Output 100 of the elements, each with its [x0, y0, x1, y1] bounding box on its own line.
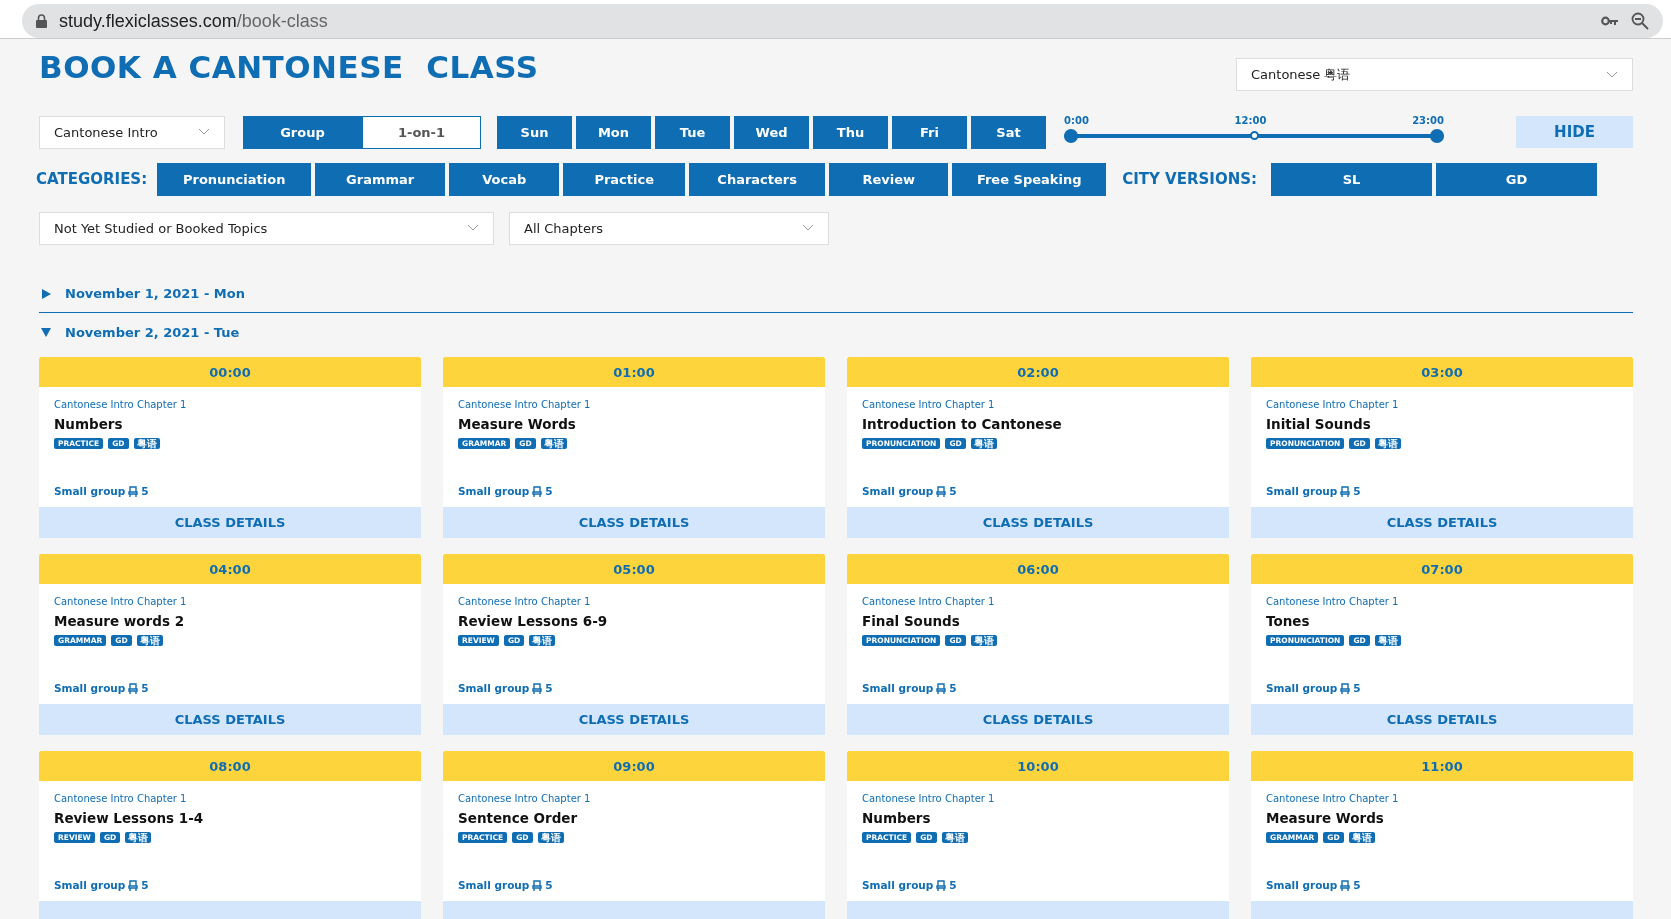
category-button[interactable]: Characters [689, 162, 826, 196]
seat-count: 5 [545, 485, 553, 497]
page-title: BOOK A CANTONESE CLASS [39, 49, 539, 85]
class-tag: 粤语 [125, 832, 152, 843]
seat-icon [936, 485, 947, 497]
hide-button[interactable]: HIDE [1516, 116, 1633, 148]
group-size-label: Small group [862, 485, 934, 497]
day-button[interactable]: Sun [497, 115, 572, 149]
group-size-label: Small group [54, 682, 126, 694]
chapter-name: Cantonese Intro Chapter 1 [1266, 793, 1400, 804]
chapter-name: Cantonese Intro Chapter 1 [862, 596, 996, 607]
course-select[interactable]: Cantonese Intro [39, 115, 225, 149]
class-time: 05:00 [443, 554, 825, 584]
class-title: Final Sounds [862, 613, 961, 629]
class-title: Introduction to Cantonese [862, 416, 1063, 432]
address-bar[interactable]: study.flexiclasses.com/book-class [22, 4, 1663, 38]
class-tag: 粤语 [1374, 635, 1401, 646]
seat-icon [128, 682, 139, 694]
seat-icon [936, 879, 947, 891]
seat-icon [128, 485, 139, 497]
seat-count: 5 [949, 879, 957, 891]
class-tag: 粤语 [970, 635, 997, 646]
topic-filter-select[interactable]: Not Yet Studied or Booked Topics [39, 211, 494, 245]
class-type-toggle[interactable]: 1-on-1 [362, 115, 481, 149]
chapter-name: Cantonese Intro Chapter 1 [458, 793, 592, 804]
class-details-button[interactable]: CLASS DETAILS [1251, 507, 1633, 538]
class-time: 02:00 [847, 357, 1229, 387]
slider-handle[interactable] [1064, 129, 1078, 143]
seat-count: 5 [141, 485, 149, 497]
group-size-label: Small group [458, 879, 530, 891]
class-title: Review Lessons 1-4 [54, 810, 205, 826]
class-title: Numbers [862, 810, 932, 826]
url-text: study.flexiclasses.com/book-class [59, 10, 329, 32]
group-size-label: Small group [1266, 485, 1338, 497]
class-details-button[interactable]: CLASS DETAILS [847, 507, 1229, 538]
day-button[interactable]: Wed [734, 115, 809, 149]
category-button[interactable]: Vocab [449, 162, 560, 196]
group-size-label: Small group [54, 485, 126, 497]
class-tag: 粤语 [540, 438, 567, 449]
chapter-name: Cantonese Intro Chapter 1 [54, 596, 188, 607]
class-details-button[interactable]: CLASS DETAILS [443, 507, 825, 538]
chevron-down-icon [467, 224, 479, 232]
seat-icon [936, 682, 947, 694]
class-details-button[interactable]: CLASS DETAILS [443, 704, 825, 735]
chapter-name: Cantonese Intro Chapter 1 [458, 399, 592, 410]
seat-count: 5 [545, 879, 553, 891]
class-title: Numbers [54, 416, 124, 432]
category-button[interactable]: Review [829, 162, 949, 196]
language-select[interactable]: Cantonese 粤语 [1236, 58, 1633, 91]
class-time: 03:00 [1251, 357, 1633, 387]
day-button[interactable]: Sat [971, 115, 1046, 149]
triangle-down-icon [41, 327, 51, 337]
chapter-filter-select[interactable]: All Chapters [509, 211, 829, 245]
city-button[interactable]: GD [1436, 162, 1597, 196]
category-button[interactable]: Practice [563, 162, 686, 196]
class-time: 00:00 [39, 357, 421, 387]
group-size-label: Small group [1266, 879, 1338, 891]
class-time: 04:00 [39, 554, 421, 584]
seat-icon [128, 879, 139, 891]
seat-icon [532, 682, 543, 694]
class-time: 06:00 [847, 554, 1229, 584]
categories-label: CATEGORIES: [36, 170, 148, 188]
class-time: 07:00 [1251, 554, 1633, 584]
class-type-toggle[interactable]: Group [243, 115, 362, 149]
lock-icon [36, 14, 47, 28]
date-header[interactable]: November 2, 2021 - Tue [39, 313, 1633, 351]
time-range-slider[interactable] [1064, 129, 1444, 143]
day-button[interactable]: Tue [655, 115, 730, 149]
class-tag: 粤语 [1348, 832, 1375, 843]
seat-count: 5 [141, 879, 149, 891]
class-title: Measure Words [458, 416, 577, 432]
class-details-button[interactable]: CLASS DETAILS [847, 704, 1229, 735]
seat-count: 5 [949, 485, 957, 497]
class-title: Tones [1266, 613, 1311, 629]
seat-icon [1340, 879, 1351, 891]
day-button[interactable]: Fri [892, 115, 967, 149]
class-details-button[interactable]: CLASS DETAILS [1251, 704, 1633, 735]
day-button[interactable]: Thu [813, 115, 888, 149]
category-button[interactable]: Pronunciation [157, 162, 312, 196]
chevron-down-icon [1606, 70, 1618, 79]
chapter-name: Cantonese Intro Chapter 1 [1266, 596, 1400, 607]
seat-icon [532, 485, 543, 497]
chevron-down-icon [198, 128, 210, 136]
chapter-name: Cantonese Intro Chapter 1 [862, 793, 996, 804]
class-details-button[interactable]: CLASS DETAILS [39, 507, 421, 538]
category-button[interactable]: Grammar [315, 162, 446, 196]
seat-icon [1340, 682, 1351, 694]
group-size-label: Small group [458, 682, 530, 694]
city-button[interactable]: SL [1271, 162, 1432, 196]
slider-handle[interactable] [1430, 129, 1444, 143]
class-time: 01:00 [443, 357, 825, 387]
category-button[interactable]: Free Speaking [952, 162, 1107, 196]
class-tag: 粤语 [133, 438, 160, 449]
day-button[interactable]: Mon [576, 115, 651, 149]
class-details-button[interactable]: CLASS DETAILS [39, 704, 421, 735]
chapter-name: Cantonese Intro Chapter 1 [862, 399, 996, 410]
date-header[interactable]: November 1, 2021 - Mon [39, 275, 1633, 313]
key-icon[interactable] [1601, 16, 1619, 26]
group-size-label: Small group [54, 879, 126, 891]
zoom-out-icon[interactable] [1631, 12, 1649, 30]
